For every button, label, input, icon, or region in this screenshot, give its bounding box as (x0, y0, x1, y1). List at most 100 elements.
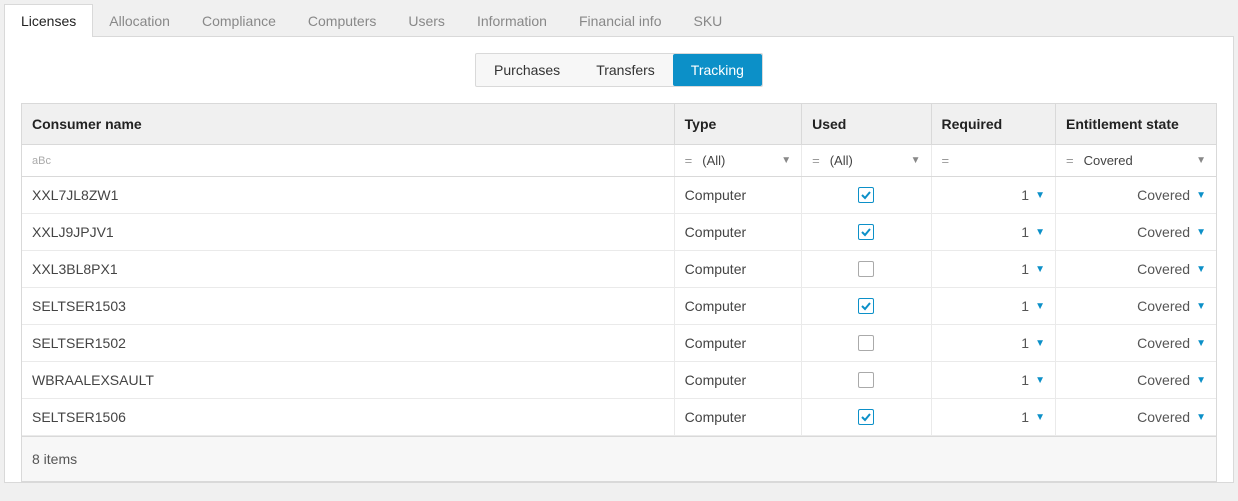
table-row[interactable]: SELTSER1503Computer 1▼Covered▼ (22, 288, 1216, 325)
checkbox-icon[interactable] (858, 298, 874, 314)
cell-used[interactable] (802, 399, 931, 435)
col-consumer-name[interactable]: Consumer name (22, 104, 675, 144)
main-tabstrip: LicensesAllocationComplianceComputersUse… (4, 4, 1234, 37)
cell-used[interactable] (802, 177, 931, 213)
chevron-down-icon: ▼ (1196, 338, 1206, 349)
chevron-down-icon: ▼ (781, 155, 791, 166)
chevron-down-icon: ▼ (1196, 264, 1206, 275)
cell-consumer-name: XXLJ9JPJV1 (22, 214, 675, 250)
cell-used[interactable] (802, 325, 931, 361)
cell-entitlement[interactable]: Covered▼ (1056, 325, 1216, 361)
tab-licenses[interactable]: Licenses (4, 4, 93, 37)
checkbox-icon[interactable] (858, 409, 874, 425)
tab-computers[interactable]: Computers (292, 5, 392, 37)
tab-users[interactable]: Users (392, 5, 461, 37)
cell-used[interactable] (802, 288, 931, 324)
subtab-tracking[interactable]: Tracking (673, 54, 762, 86)
cell-required[interactable]: 1▼ (932, 288, 1056, 324)
equals-icon: = (685, 153, 693, 168)
table-row[interactable]: WBRAALEXSAULTComputer 1▼Covered▼ (22, 362, 1216, 399)
subtab-purchases[interactable]: Purchases (476, 54, 578, 86)
table-row[interactable]: SELTSER1506Computer 1▼Covered▼ (22, 399, 1216, 436)
cell-consumer-name: SELTSER1502 (22, 325, 675, 361)
checkbox-icon[interactable] (858, 335, 874, 351)
cell-required[interactable]: 1▼ (932, 214, 1056, 250)
cell-required[interactable]: 1▼ (932, 251, 1056, 287)
cell-required[interactable]: 1▼ (932, 399, 1056, 435)
chevron-down-icon: ▼ (1035, 375, 1045, 386)
tab-compliance[interactable]: Compliance (186, 5, 292, 37)
tab-information[interactable]: Information (461, 5, 563, 37)
text-icon: aBc (32, 155, 51, 167)
cell-used[interactable] (802, 251, 931, 287)
filter-entitlement-value: Covered (1084, 153, 1191, 168)
cell-used[interactable] (802, 214, 931, 250)
chevron-down-icon: ▼ (1035, 264, 1045, 275)
cell-type: Computer (675, 399, 802, 435)
chevron-down-icon: ▼ (1196, 190, 1206, 201)
cell-entitlement[interactable]: Covered▼ (1056, 251, 1216, 287)
equals-icon: = (812, 153, 820, 168)
checkbox-icon[interactable] (858, 372, 874, 388)
grid-header: Consumer name Type Used Required Entitle… (22, 104, 1216, 145)
chevron-down-icon: ▼ (1196, 412, 1206, 423)
chevron-down-icon: ▼ (1035, 227, 1045, 238)
cell-type: Computer (675, 251, 802, 287)
cell-consumer-name: SELTSER1506 (22, 399, 675, 435)
checkbox-icon[interactable] (858, 224, 874, 240)
cell-required[interactable]: 1▼ (932, 325, 1056, 361)
cell-type: Computer (675, 362, 802, 398)
subtab-group: PurchasesTransfersTracking (475, 53, 763, 87)
filter-used[interactable]: = (All) ▼ (802, 145, 931, 176)
chevron-down-icon: ▼ (1196, 227, 1206, 238)
cell-type: Computer (675, 325, 802, 361)
table-row[interactable]: SELTSER1502Computer 1▼Covered▼ (22, 325, 1216, 362)
filter-type[interactable]: = (All) ▼ (675, 145, 802, 176)
chevron-down-icon: ▼ (1035, 190, 1045, 201)
equals-icon: = (1066, 153, 1074, 168)
filter-entitlement[interactable]: = Covered ▼ (1056, 145, 1216, 176)
cell-entitlement[interactable]: Covered▼ (1056, 214, 1216, 250)
cell-type: Computer (675, 288, 802, 324)
filter-consumer-name[interactable]: aBc (22, 145, 675, 176)
chevron-down-icon: ▼ (1035, 338, 1045, 349)
col-required[interactable]: Required (932, 104, 1056, 144)
cell-consumer-name: XXL3BL8PX1 (22, 251, 675, 287)
cell-entitlement[interactable]: Covered▼ (1056, 288, 1216, 324)
table-row[interactable]: XXL7JL8ZW1Computer 1▼Covered▼ (22, 177, 1216, 214)
table-row[interactable]: XXLJ9JPJV1Computer 1▼Covered▼ (22, 214, 1216, 251)
cell-used[interactable] (802, 362, 931, 398)
tab-sku[interactable]: SKU (677, 5, 738, 37)
tab-financial-info[interactable]: Financial info (563, 5, 678, 37)
chevron-down-icon: ▼ (1035, 412, 1045, 423)
filter-required[interactable]: = (932, 145, 1056, 176)
equals-icon: = (942, 153, 950, 168)
grid-filter-row: aBc = (All) ▼ = (All) ▼ = = (22, 145, 1216, 177)
table-row[interactable]: XXL3BL8PX1Computer 1▼Covered▼ (22, 251, 1216, 288)
subtab-transfers[interactable]: Transfers (578, 54, 673, 86)
checkbox-icon[interactable] (858, 187, 874, 203)
chevron-down-icon: ▼ (1035, 301, 1045, 312)
tab-allocation[interactable]: Allocation (93, 5, 186, 37)
cell-consumer-name: WBRAALEXSAULT (22, 362, 675, 398)
cell-entitlement[interactable]: Covered▼ (1056, 177, 1216, 213)
cell-type: Computer (675, 214, 802, 250)
tab-panel: PurchasesTransfersTracking Consumer name… (4, 36, 1234, 483)
cell-consumer-name: XXL7JL8ZW1 (22, 177, 675, 213)
chevron-down-icon: ▼ (1196, 155, 1206, 166)
tracking-grid: Consumer name Type Used Required Entitle… (21, 103, 1217, 482)
col-entitlement-state[interactable]: Entitlement state (1056, 104, 1216, 144)
cell-entitlement[interactable]: Covered▼ (1056, 362, 1216, 398)
chevron-down-icon: ▼ (1196, 301, 1206, 312)
chevron-down-icon: ▼ (911, 155, 921, 166)
grid-footer: 8 items (22, 436, 1216, 481)
col-type[interactable]: Type (675, 104, 802, 144)
checkbox-icon[interactable] (858, 261, 874, 277)
chevron-down-icon: ▼ (1196, 375, 1206, 386)
col-used[interactable]: Used (802, 104, 931, 144)
cell-required[interactable]: 1▼ (932, 362, 1056, 398)
cell-entitlement[interactable]: Covered▼ (1056, 399, 1216, 435)
cell-consumer-name: SELTSER1503 (22, 288, 675, 324)
cell-required[interactable]: 1▼ (932, 177, 1056, 213)
cell-type: Computer (675, 177, 802, 213)
